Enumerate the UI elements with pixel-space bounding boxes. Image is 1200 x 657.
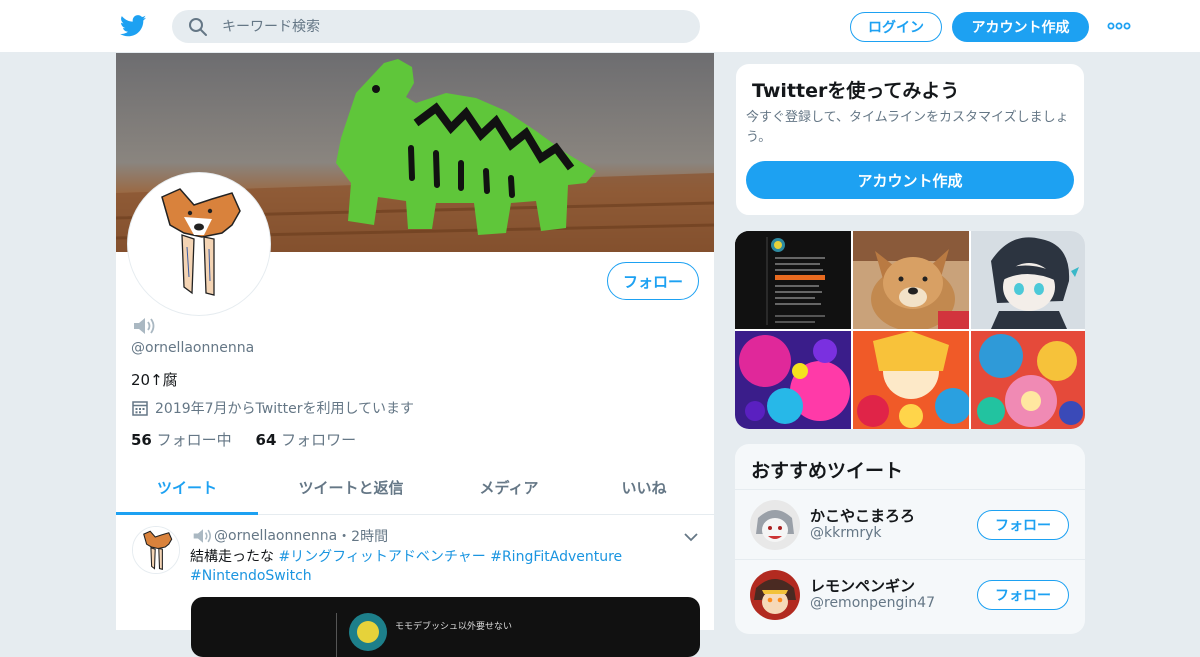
media-thumb[interactable] <box>853 331 969 429</box>
tweet-text: 結構走ったな #リングフィットアドベンチャー #RingFitAdventure… <box>190 548 660 586</box>
signup-card-title: Twitterを使ってみよう <box>752 80 960 102</box>
tweet-header: @ornellaonnenna ・2時間 <box>192 526 388 546</box>
media-thumb[interactable] <box>971 331 1085 429</box>
create-account-button[interactable]: アカウント作成 <box>746 161 1074 199</box>
reco-name[interactable]: かこやこまろろ <box>810 505 915 526</box>
following-label: フォロー中 <box>156 431 232 449</box>
hashtag-link[interactable]: #NintendoSwitch <box>190 568 312 584</box>
tab-tweets-replies[interactable]: ツイートと返信 <box>258 465 444 515</box>
recommended-panel: おすすめツイート かこやこまろろ @kkrmryk フォロー レモンペンギン @… <box>735 444 1085 634</box>
chevron-down-icon[interactable] <box>684 532 698 542</box>
tweet-body: 結構走ったな <box>190 549 279 565</box>
search-icon <box>189 18 207 36</box>
list-item[interactable]: レモンペンギン @remonpengin47 フォロー <box>735 559 1085 629</box>
follow-button[interactable]: フォロー <box>977 510 1069 540</box>
follow-button[interactable]: フォロー <box>977 580 1069 610</box>
hashtag-link[interactable]: #RingFitAdventure <box>490 549 622 565</box>
join-date: 2019年7月からTwitterを利用しています <box>131 398 414 418</box>
following-link[interactable]: 56 フォロー中 <box>131 431 232 449</box>
top-bar: ログイン アカウント作成 <box>0 0 1200 53</box>
twitter-bird-icon[interactable] <box>120 14 146 38</box>
follow-button[interactable]: フォロー <box>607 262 699 300</box>
media-thumb[interactable] <box>971 231 1085 329</box>
reco-handle[interactable]: @remonpengin47 <box>810 595 935 611</box>
calendar-icon <box>132 401 148 416</box>
tweet-handle[interactable]: @ornellaonnenna <box>214 528 337 544</box>
profile-bio: 20↑腐 <box>131 371 178 389</box>
reco-handle[interactable]: @kkrmryk <box>810 525 882 541</box>
media-thumb[interactable] <box>735 231 851 329</box>
recommended-title: おすすめツイート <box>751 460 904 482</box>
search-input[interactable] <box>222 10 682 43</box>
signup-button[interactable]: アカウント作成 <box>952 12 1089 42</box>
login-button[interactable]: ログイン <box>850 12 942 42</box>
media-thumb[interactable] <box>853 231 969 329</box>
tweet-avatar[interactable] <box>132 526 180 574</box>
followers-link[interactable]: 64 フォロワー <box>256 431 357 449</box>
reco-name[interactable]: レモンペンギン <box>810 575 915 596</box>
tab-tweets[interactable]: ツイート <box>116 465 258 515</box>
speaker-icon <box>193 529 211 543</box>
search-bar <box>172 10 700 43</box>
media-grid <box>735 231 1085 429</box>
media-caption: モモデブッシュ以外要せない <box>395 622 513 632</box>
followers-label: フォロワー <box>281 431 357 449</box>
signup-card-text: 今すぐ登録して、タイムラインをカスタマイズしましょう。 <box>746 110 1069 145</box>
join-date-text: 2019年7月からTwitterを利用しています <box>155 401 415 417</box>
signup-card: Twitterを使ってみよう 今すぐ登録して、タイムラインをカスタマイズしましょ… <box>735 63 1085 216</box>
more-dots-icon[interactable] <box>1107 20 1131 32</box>
tweet-time[interactable]: ・2時間 <box>337 526 388 546</box>
followers-count: 64 <box>255 431 277 449</box>
profile-column: フォロー @ornellaonnenna 20↑腐 2019年7月からTwitt… <box>115 53 715 657</box>
speaker-icon <box>134 318 155 334</box>
tweet-item[interactable]: @ornellaonnenna ・2時間 結構走ったな #リングフィットアドベン… <box>116 516 714 657</box>
tweet-media[interactable]: モモデブッシュ以外要せない <box>191 597 700 657</box>
profile-tabs: ツイート ツイートと返信 メディア いいね <box>116 465 714 515</box>
following-count: 56 <box>131 431 152 449</box>
hashtag-link[interactable]: #リングフィットアドベンチャー <box>278 549 485 565</box>
media-thumb[interactable] <box>735 331 851 429</box>
avatar[interactable] <box>750 570 800 620</box>
list-item[interactable]: かこやこまろろ @kkrmryk フォロー <box>735 489 1085 559</box>
avatar[interactable] <box>750 500 800 550</box>
profile-handle[interactable]: @ornellaonnenna <box>131 340 254 356</box>
tab-likes[interactable]: いいね <box>574 465 714 515</box>
profile-avatar[interactable] <box>128 173 270 315</box>
follow-stats: 56 フォロー中 64 フォロワー <box>131 429 356 450</box>
tab-media[interactable]: メディア <box>444 465 574 515</box>
